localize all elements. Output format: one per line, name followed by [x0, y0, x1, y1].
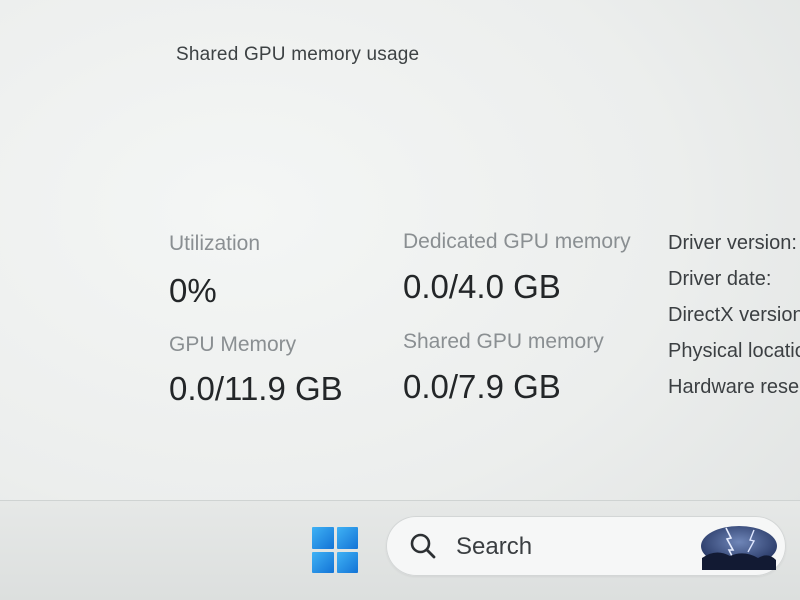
driver-date-label: Driver date:: [668, 268, 772, 290]
task-manager-gpu-panel: Shared GPU memory usage Utilization 0% D…: [0, 0, 800, 600]
directx-version-label: DirectX version:: [668, 304, 800, 326]
windows-logo-pane: [312, 527, 334, 549]
taskbar: Search: [0, 500, 800, 600]
gpu-memory-label: GPU Memory: [169, 333, 297, 356]
utilization-label: Utilization: [169, 232, 261, 255]
storm-image[interactable]: [696, 522, 778, 570]
shared-gpu-memory-label: Shared GPU memory: [403, 330, 604, 353]
dedicated-gpu-memory-label: Dedicated GPU memory: [403, 230, 631, 253]
shared-gpu-memory-usage-chart-label: Shared GPU memory usage: [176, 44, 420, 65]
dedicated-gpu-memory-value: 0.0/4.0 GB: [403, 268, 561, 305]
gpu-info-list: Driver version: Driver date: DirectX ver…: [668, 230, 800, 410]
driver-version-label: Driver version:: [668, 232, 797, 254]
taskbar-search-box[interactable]: Search: [386, 516, 786, 576]
search-label: Search: [456, 533, 533, 560]
windows-logo-pane: [336, 551, 358, 573]
gpu-memory-value: 0.0/11.9 GB: [169, 370, 343, 407]
shared-gpu-memory-value: 0.0/7.9 GB: [403, 368, 561, 405]
hardware-reserved-memory-label: Hardware reserved memory:: [668, 376, 800, 398]
windows-logo-pane: [336, 527, 358, 549]
magnifier-icon: [410, 533, 436, 559]
windows-logo-pane: [312, 551, 334, 573]
windows-logo-icon[interactable]: [312, 527, 358, 573]
physical-location-label: Physical location:: [668, 340, 800, 362]
utilization-value: 0%: [169, 272, 217, 309]
